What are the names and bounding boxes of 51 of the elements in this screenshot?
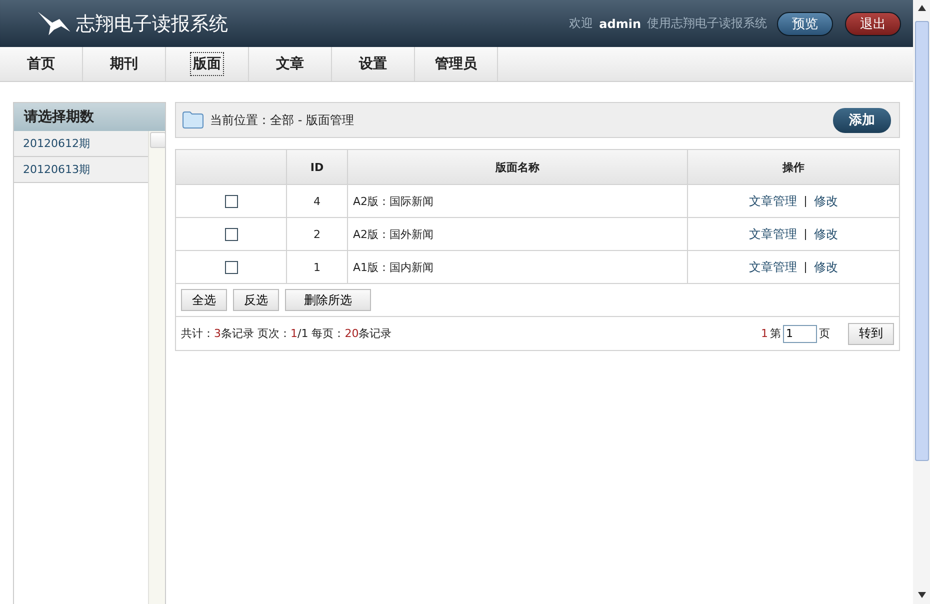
- table-cell: A2版：国际新闻: [353, 194, 434, 208]
- action-link[interactable]: 修改: [814, 260, 838, 274]
- action-link[interactable]: 文章管理: [749, 194, 797, 208]
- action-link[interactable]: 文章管理: [749, 260, 797, 274]
- action-link[interactable]: 修改: [814, 194, 838, 208]
- table-cell: 4: [314, 194, 320, 208]
- add-button[interactable]: 添加: [833, 108, 891, 132]
- page-scrollbar[interactable]: [913, 0, 930, 604]
- table-cell: A2版：国外新闻: [353, 228, 434, 240]
- issue-item[interactable]: 20120613期: [14, 157, 148, 183]
- issue-item[interactable]: 20120612期: [14, 131, 148, 157]
- table-cell: A1版：国内新闻: [353, 260, 434, 274]
- action-link[interactable]: 修改: [814, 226, 838, 240]
- table-cell: 2: [314, 228, 320, 240]
- nav-tab[interactable]: 文章: [273, 52, 307, 76]
- table-button[interactable]: 全选: [181, 289, 227, 311]
- bird-icon: [36, 10, 72, 37]
- go-button[interactable]: 转到: [848, 322, 894, 344]
- column-header: 操作: [688, 150, 899, 184]
- page-input[interactable]: 1: [783, 324, 817, 342]
- pager-summary: 共计：3条记录 页次：1/1 每页：20条记录: [181, 326, 392, 341]
- username: admin: [599, 16, 641, 30]
- app-title: 志翔电子读报系统: [76, 12, 228, 36]
- scroll-down-icon[interactable]: [918, 592, 926, 598]
- column-header: ID: [286, 150, 348, 184]
- folder-icon: [182, 111, 204, 129]
- table-cell: 1: [314, 260, 320, 274]
- sidebar-title: 请选择期数: [14, 103, 165, 131]
- table-button[interactable]: 删除所选: [285, 289, 371, 311]
- scroll-up-icon[interactable]: [918, 5, 926, 11]
- scrollbar[interactable]: [148, 131, 165, 604]
- table-button[interactable]: 反选: [233, 289, 279, 311]
- page-unit: 页: [819, 326, 830, 341]
- page-label: 第: [770, 326, 781, 341]
- preview-button[interactable]: 预览: [777, 12, 833, 36]
- nav-tab[interactable]: 管理员: [432, 52, 480, 76]
- nav-tab[interactable]: 期刊: [107, 52, 141, 76]
- scroll-thumb[interactable]: [914, 21, 928, 461]
- row-checkbox[interactable]: [224, 194, 238, 208]
- column-header: 版面名称: [348, 150, 688, 184]
- row-checkbox[interactable]: [224, 260, 238, 274]
- row-checkbox[interactable]: [224, 228, 238, 241]
- welcome-text: 欢迎: [569, 15, 594, 32]
- action-link[interactable]: 文章管理: [749, 226, 797, 240]
- page-number[interactable]: 1: [761, 327, 768, 340]
- welcome-text: 使用志翔电子读报系统: [647, 15, 767, 32]
- breadcrumb: 当前位置：全部 - 版面管理: [210, 112, 355, 128]
- nav-tab[interactable]: 设置: [356, 52, 390, 76]
- nav-tab[interactable]: 首页: [24, 52, 58, 76]
- logout-button[interactable]: 退出: [845, 12, 901, 36]
- nav-tab[interactable]: 版面: [190, 52, 224, 76]
